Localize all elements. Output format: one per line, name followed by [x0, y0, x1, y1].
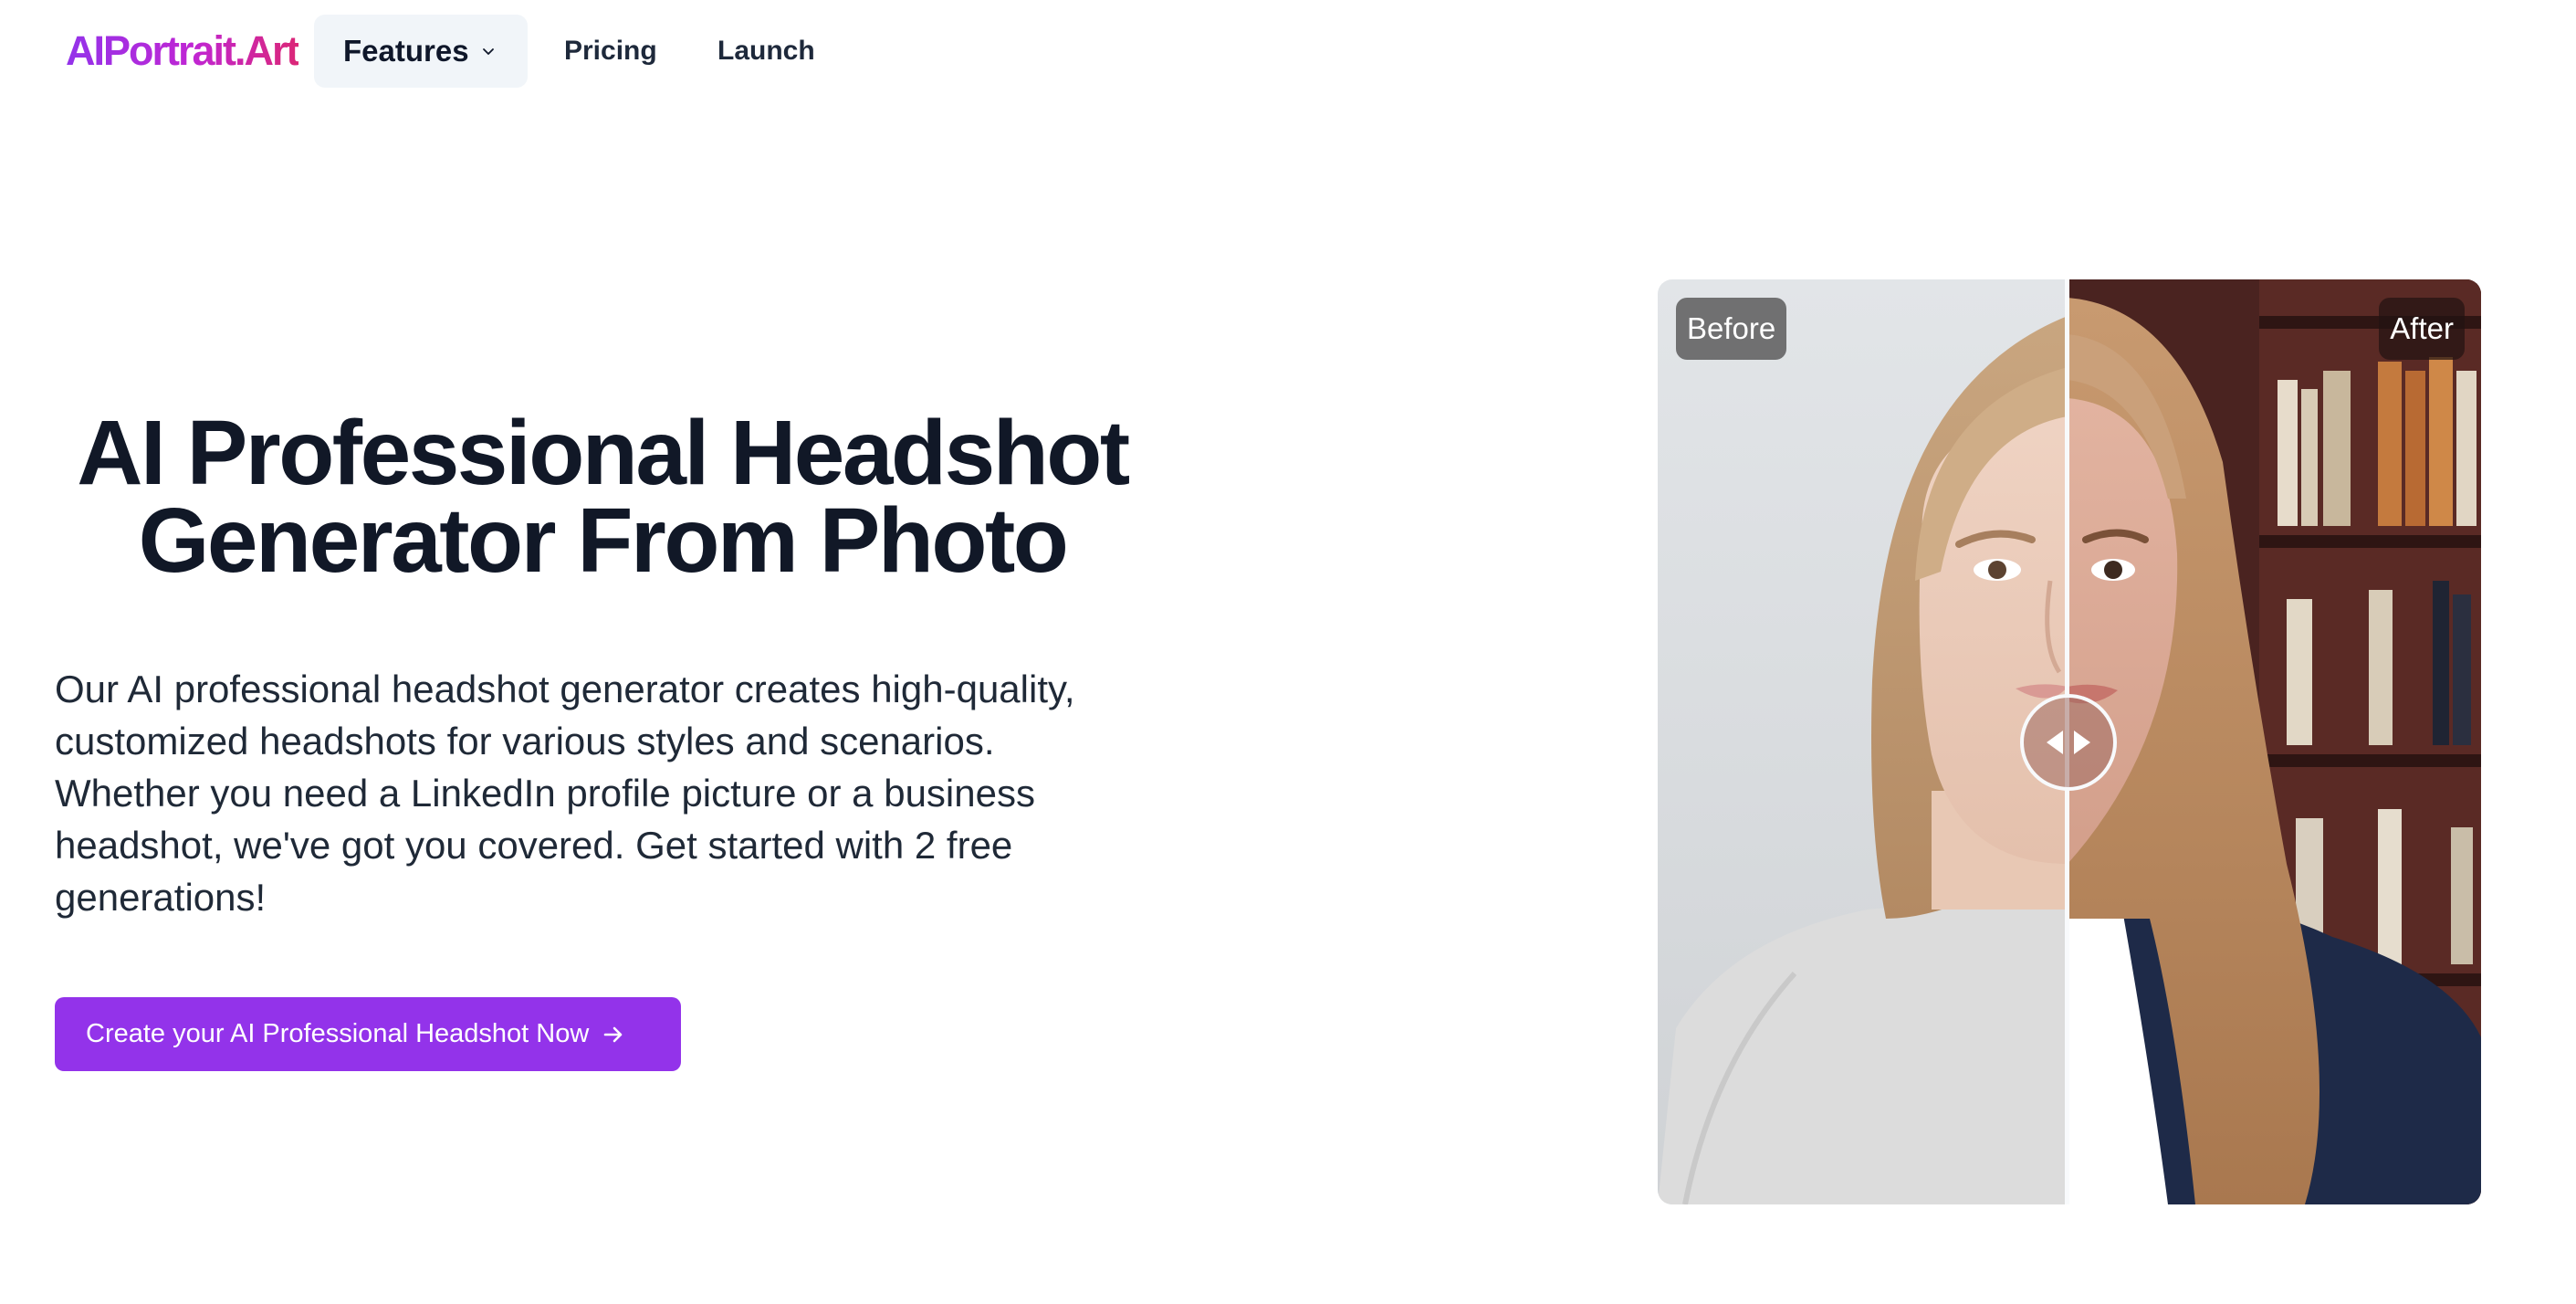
nav-features-dropdown[interactable]: Features: [314, 15, 528, 88]
description-line: generations!: [55, 876, 267, 919]
hero-title-line: Generator From Photo: [138, 489, 1069, 592]
description-line: customized headshots for various styles …: [55, 720, 995, 762]
description-line: Whether you need a LinkedIn profile pict…: [55, 772, 1035, 815]
description-line: headshot, we've got you covered. Get sta…: [55, 824, 1013, 867]
after-label: After: [2379, 298, 2465, 360]
nav-launch-link[interactable]: Launch: [717, 15, 815, 88]
nav-features-label: Features: [343, 34, 469, 68]
before-after-slider[interactable]: Before After: [1658, 279, 2481, 1204]
left-right-arrows-icon: [2047, 731, 2090, 754]
create-headshot-button[interactable]: Create your AI Professional Headshot Now: [55, 997, 681, 1071]
hero-description: Our AI professional headshot generator c…: [55, 663, 1132, 923]
after-image: After: [2068, 279, 2481, 1204]
cta-label: Create your AI Professional Headshot Now: [86, 1019, 590, 1048]
before-portrait-illustration: [1658, 316, 2068, 1204]
before-label: Before: [1676, 298, 1787, 360]
before-image: Before: [1658, 279, 2068, 1204]
slider-handle[interactable]: [2020, 694, 2117, 791]
nav-pricing-link[interactable]: Pricing: [564, 15, 657, 88]
site-logo[interactable]: AIPortrait.Art: [66, 26, 300, 77]
description-line: Our AI professional headshot generator c…: [55, 668, 1075, 710]
top-navigation: AIPortrait.Art Features Pricing Launch: [0, 0, 2576, 102]
after-portrait-illustration: [2068, 279, 2481, 1204]
hero-title: AI Professional Headshot Generator From …: [55, 402, 1150, 592]
hero-title-line: AI Professional Headshot: [77, 402, 1130, 504]
arrow-right-icon: [603, 1026, 623, 1042]
chevron-down-icon: [482, 48, 494, 55]
